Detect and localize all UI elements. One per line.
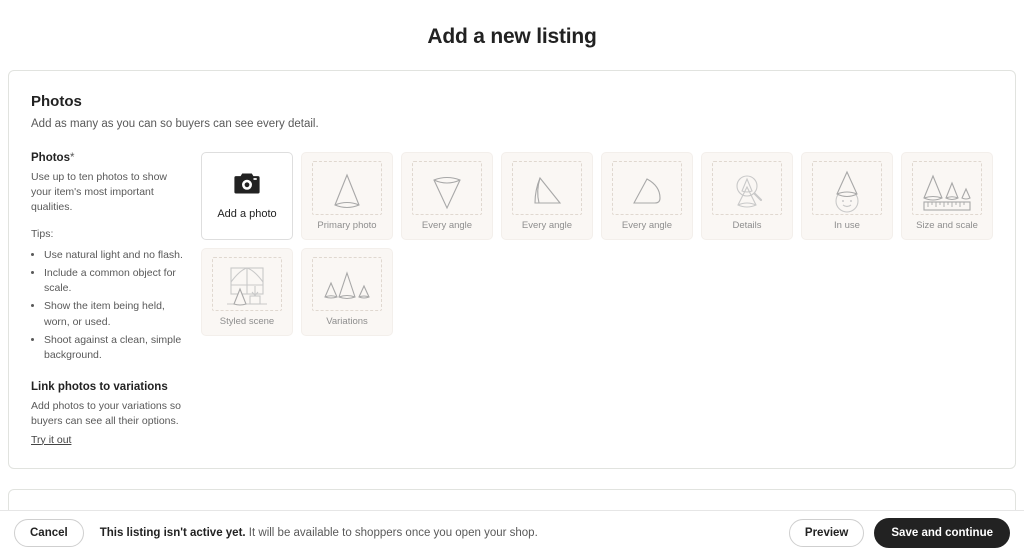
cone-icon xyxy=(327,166,367,218)
required-marker: * xyxy=(69,152,75,164)
bottom-bar-actions: Preview Save and continue xyxy=(788,517,1010,548)
tips-list: Use natural light and no flash. Include … xyxy=(31,248,189,364)
link-variations-heading: Link photos to variations xyxy=(31,381,168,394)
photo-tiles-grid: Add a photo Primary photo Every angle Ev… xyxy=(201,152,993,448)
list-item: Include a common object for scale. xyxy=(44,266,189,296)
photo-tile-primary-photo[interactable]: Primary photo xyxy=(301,152,393,240)
photo-tile-in-use[interactable]: In use xyxy=(801,152,893,240)
photo-tile-variations[interactable]: Variations xyxy=(301,248,393,336)
page-title: Add a new listing xyxy=(427,25,597,48)
tile-label: Variations xyxy=(326,316,368,327)
photos-field-label-text: Photos xyxy=(31,152,70,164)
tile-label: Details xyxy=(732,220,762,231)
magnifier-cone-icon xyxy=(724,166,770,218)
photo-tile-details[interactable]: Details xyxy=(701,152,793,240)
tile-label: Size and scale xyxy=(916,220,978,231)
link-variations-description: Add photos to your variations so buyers … xyxy=(31,400,182,428)
photo-tile-styled-scene[interactable]: Styled scene xyxy=(201,248,293,336)
bottom-action-bar: Cancel This listing isn't active yet. It… xyxy=(0,510,1024,554)
photos-field-label: Photos* xyxy=(31,152,189,164)
add-photo-label: Add a photo xyxy=(217,207,277,220)
camera-icon xyxy=(234,173,260,200)
listing-editor-page: Add a new listing Photos Add as many as … xyxy=(0,0,1024,554)
photo-tile-every-angle-3[interactable]: Every angle xyxy=(601,152,693,240)
cone-inverted-icon xyxy=(427,166,467,218)
photo-tile-size-and-scale[interactable]: Size and scale xyxy=(901,152,993,240)
tile-label: Every angle xyxy=(621,220,673,231)
photos-subheading: Add as many as you can so buyers can see… xyxy=(31,118,319,130)
photos-card: Photos Add as many as you can so buyers … xyxy=(8,70,1016,469)
save-and-continue-button[interactable]: Save and continue xyxy=(874,517,1010,548)
cone-side-icon xyxy=(527,166,567,218)
photo-tile-every-angle-2[interactable]: Every angle xyxy=(501,152,593,240)
list-item: Show the item being held, worn, or used. xyxy=(44,299,189,329)
tile-label: Styled scene xyxy=(219,316,275,327)
tile-label: Every angle xyxy=(421,220,473,231)
preview-button[interactable]: Preview xyxy=(788,518,865,547)
cone-lying-icon xyxy=(625,166,669,218)
cancel-button[interactable]: Cancel xyxy=(14,518,84,547)
photos-heading-text: Photos xyxy=(31,93,82,110)
room-scene-icon xyxy=(223,262,271,314)
photos-field-description: Use up to ten photos to show your item's… xyxy=(31,171,168,214)
try-it-out-link[interactable]: Try it out xyxy=(31,434,71,446)
status-message-bold: This listing isn't active yet. xyxy=(99,526,246,539)
status-message-rest: It will be available to shoppers once yo… xyxy=(245,526,538,539)
tile-label: Primary photo xyxy=(317,220,377,231)
tile-label: In use xyxy=(834,220,860,231)
photos-left-column: Photos* Use up to ten photos to show you… xyxy=(31,152,201,448)
three-cones-icon xyxy=(321,262,373,314)
cone-on-face-icon xyxy=(826,166,868,218)
photos-body: Photos* Use up to ten photos to show you… xyxy=(31,152,993,448)
cones-ruler-icon xyxy=(919,166,975,218)
photo-tile-every-angle-1[interactable]: Every angle xyxy=(401,152,493,240)
tile-label: Every angle xyxy=(521,220,573,231)
form-scroll-area[interactable]: Photos Add as many as you can so buyers … xyxy=(0,70,1024,510)
add-photo-tile[interactable]: Add a photo xyxy=(201,152,293,240)
list-item: Use natural light and no flash. xyxy=(44,248,189,263)
video-card: Video Beta Bring your product to life wi… xyxy=(8,488,1016,510)
photos-heading: Photos xyxy=(31,93,993,110)
tips-label: Tips: xyxy=(31,227,54,240)
list-item: Shoot against a clean, simple background… xyxy=(44,333,189,363)
status-message: This listing isn't active yet. It will b… xyxy=(100,527,538,539)
